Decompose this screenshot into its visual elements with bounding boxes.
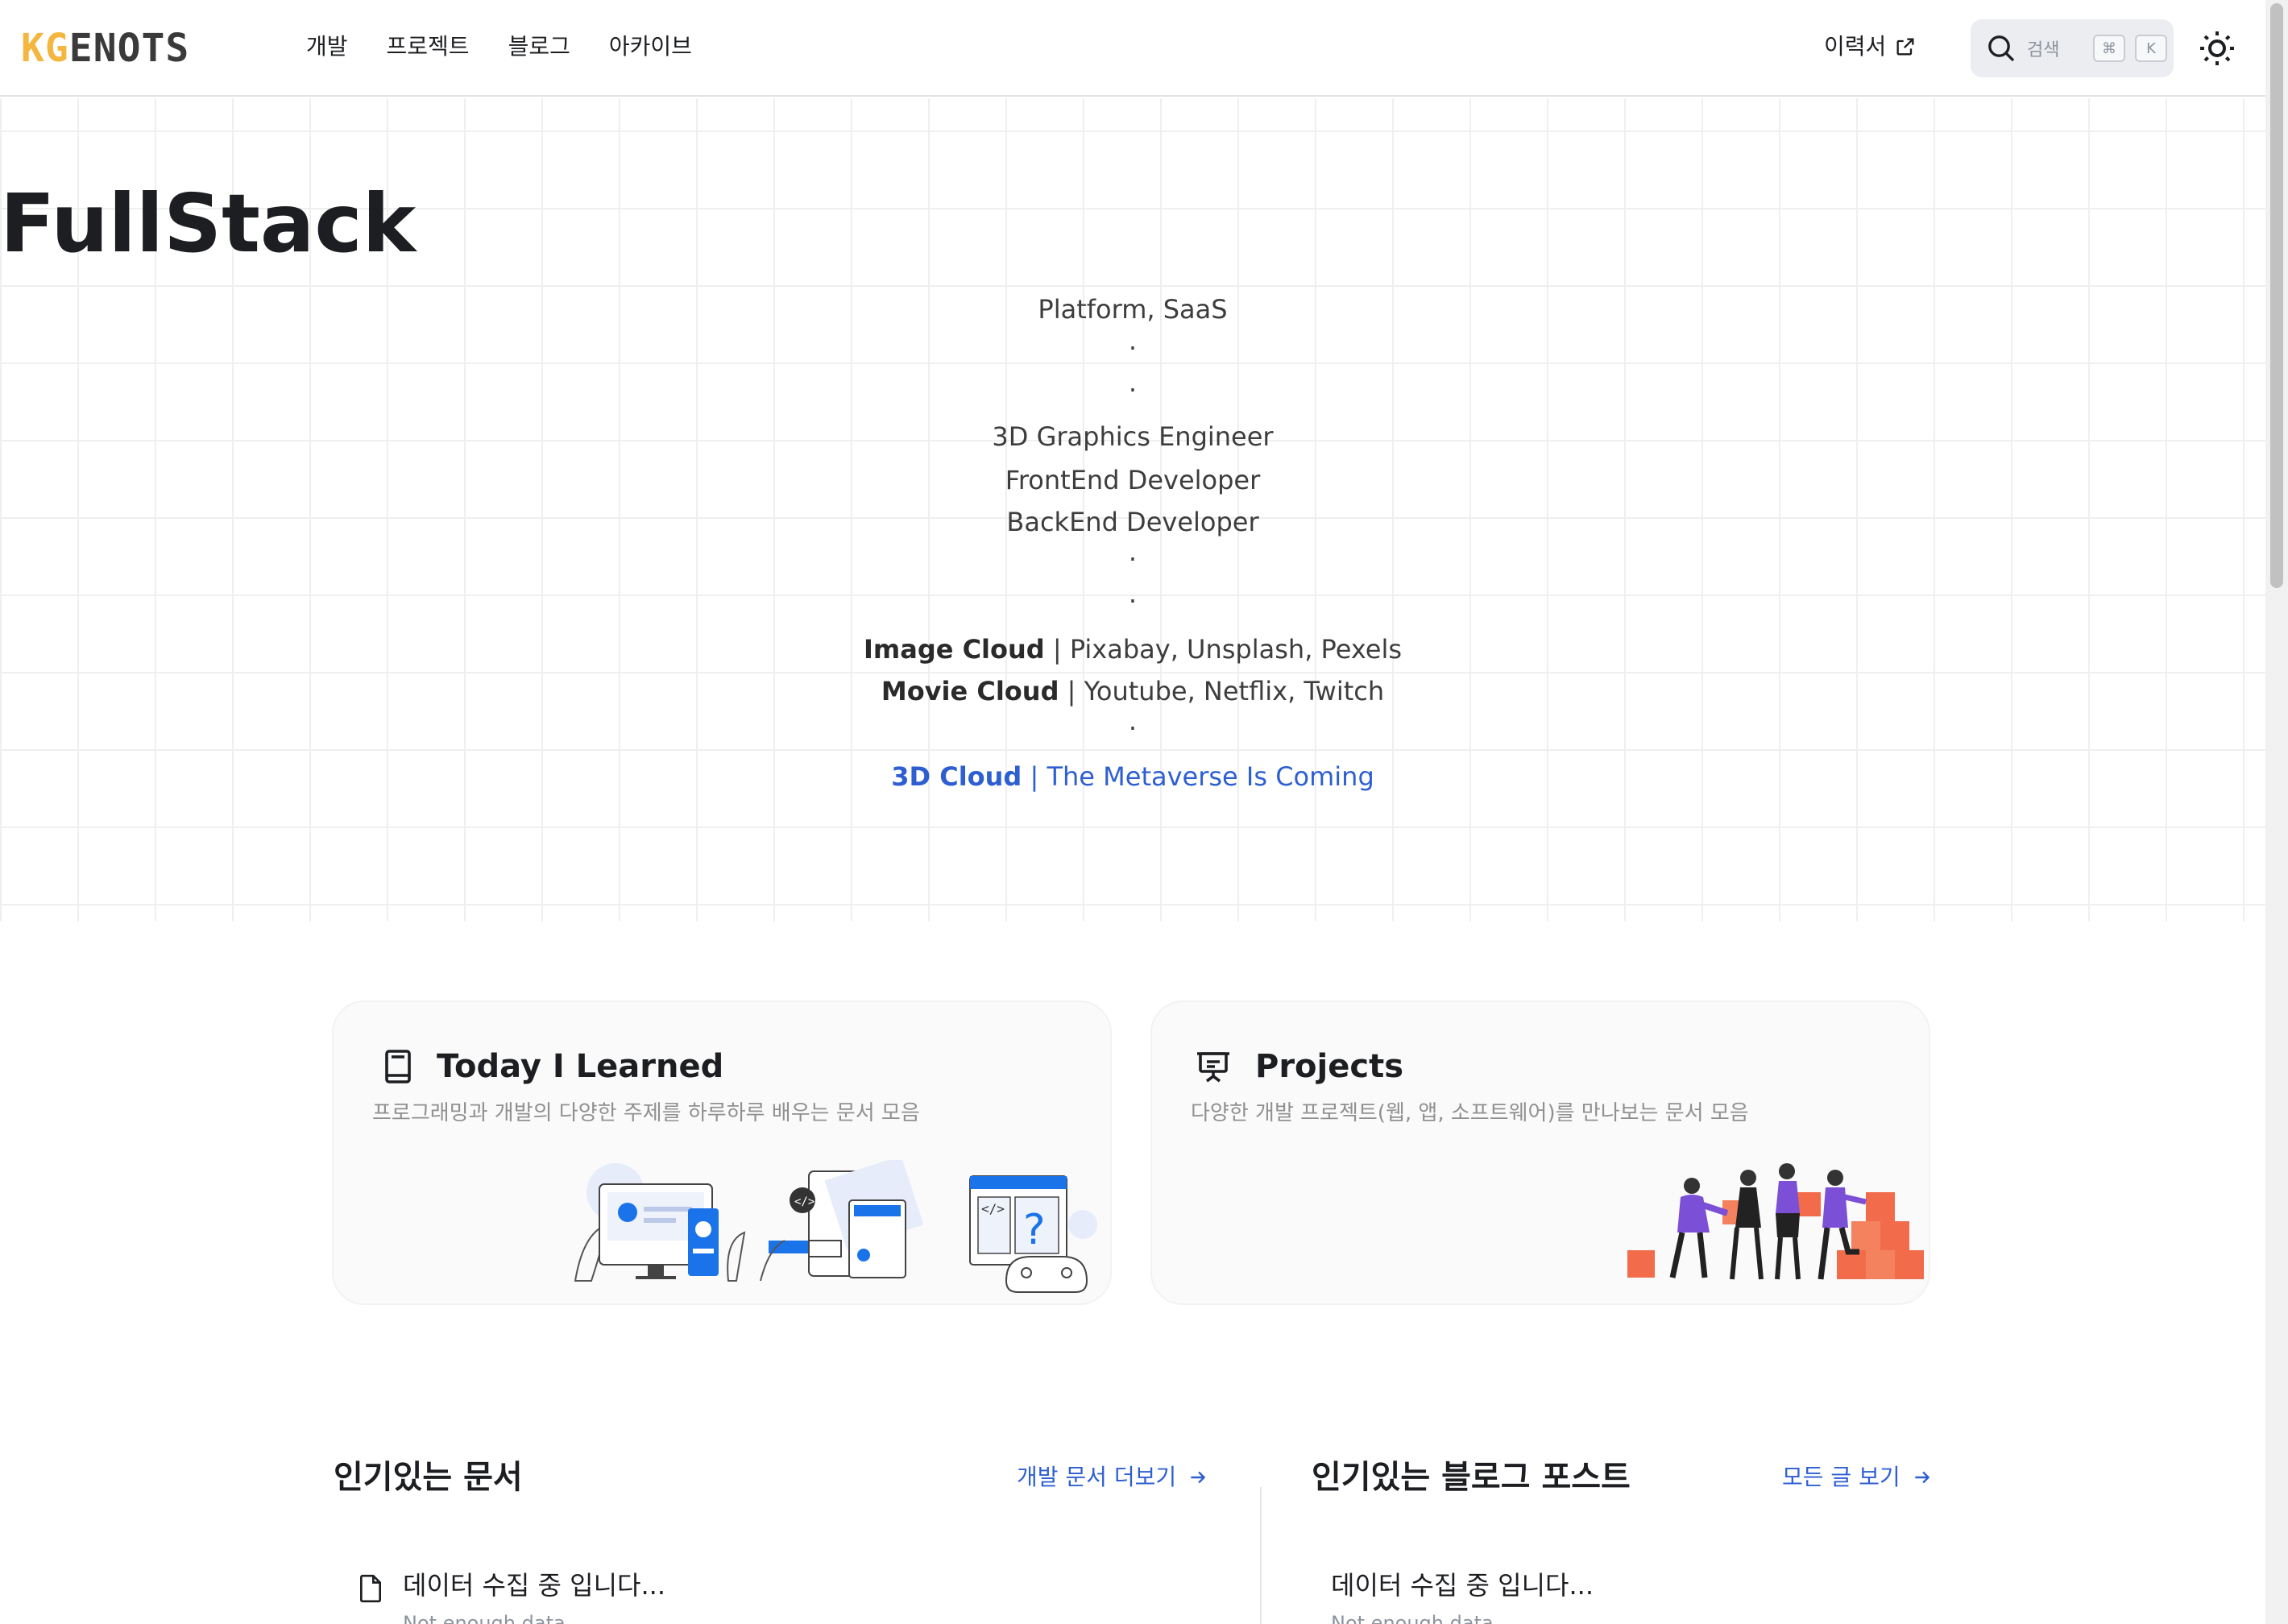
hero-line-movie-cloud: Movie Cloud | Youtube, Netflix, Twitch — [881, 676, 1385, 706]
hero-dot: · — [1128, 544, 1138, 574]
hero-line-image-cloud: Image Cloud | Pixabay, Unsplash, Pexels — [863, 634, 1403, 665]
arrow-right-icon — [1191, 1471, 1206, 1484]
blog-item-title[interactable]: 데이터 수집 중 입니다... — [1331, 1568, 1594, 1603]
card-title: Today I Learned — [437, 1048, 724, 1085]
nav-item-blog[interactable]: 블로그 — [508, 31, 570, 63]
main-nav: 개발 프로젝트 블로그 아카이브 — [306, 31, 692, 63]
external-link-icon — [1896, 38, 1914, 56]
docs-item-title[interactable]: 데이터 수집 중 입니다... — [403, 1568, 665, 1603]
kbd-cmd: ⌘ — [2093, 35, 2125, 62]
hero-dot: · — [1128, 713, 1138, 744]
blog-item-subtitle: Not enough data — [1331, 1612, 1494, 1624]
search-icon — [1988, 35, 2015, 62]
search-placeholder: 검색 — [2027, 40, 2060, 60]
card-title: Projects — [1255, 1048, 1404, 1085]
hero-title: FullStack — [0, 176, 417, 271]
svg-text:</>: </> — [794, 1195, 814, 1208]
search-button[interactable]: 검색 ⌘ K — [1971, 19, 2174, 77]
card-description: 다양한 개발 프로젝트(웹, 앱, 소프트웨어)를 만나보는 문서 모음 — [1191, 1101, 1749, 1125]
card-description: 프로그래밍과 개발의 다양한 주제를 하루하루 배우는 문서 모음 — [372, 1101, 920, 1125]
popular-docs-title: 인기있는 문서 — [334, 1459, 523, 1496]
nav-item-projects[interactable]: 프로젝트 — [387, 31, 470, 63]
card-today-i-learned[interactable]: Today I Learned 프로그래밍과 개발의 다양한 주제를 하루하루 … — [332, 1000, 1112, 1305]
svg-text:?: ? — [1023, 1206, 1046, 1254]
resume-label: 이력서 — [1824, 33, 1887, 60]
kbd-k: K — [2135, 35, 2167, 62]
arrow-right-icon — [1914, 1471, 1929, 1484]
dev-illustration: </> </> ? — [574, 1160, 1097, 1293]
docs-item-subtitle: Not enough data — [403, 1612, 566, 1624]
scrollbar-thumb[interactable] — [2270, 3, 2283, 588]
hero-link-3d-cloud[interactable]: 3D Cloud | The Metaverse Is Coming — [0, 757, 2265, 796]
team-illustration — [1627, 1163, 1924, 1280]
navbar: KGENOTS 개발 프로젝트 블로그 아카이브 이력서 검색 ⌘ K — [0, 0, 2265, 97]
hero-line-backend: BackEnd Developer — [1006, 507, 1259, 537]
nav-item-dev[interactable]: 개발 — [306, 31, 348, 63]
presentation-icon — [1197, 1052, 1229, 1083]
hero-line-3d: 3D Graphics Engineer — [992, 421, 1274, 452]
hero-dot: · — [1128, 375, 1138, 405]
hero-line-frontend: FrontEnd Developer — [1005, 465, 1261, 495]
section-divider — [1260, 1487, 1262, 1624]
popular-blog-title: 인기있는 블로그 포스트 — [1312, 1459, 1631, 1496]
book-icon — [385, 1050, 411, 1083]
svg-text:</>: </> — [981, 1201, 1005, 1216]
hero-dot: · — [1128, 333, 1138, 363]
sun-icon[interactable] — [2198, 29, 2236, 68]
blog-more-link[interactable]: 모든 글 보기 — [1782, 1461, 1933, 1494]
nav-item-archive[interactable]: 아카이브 — [609, 31, 692, 63]
docs-more-link[interactable]: 개발 문서 더보기 — [1017, 1461, 1208, 1494]
site-logo[interactable]: KGENOTS — [21, 26, 189, 71]
hero-section: FullStack Platform, SaaS · · 3D Graphics… — [0, 98, 2265, 922]
hero-line-platform: Platform, SaaS — [1038, 294, 1228, 325]
document-icon — [360, 1574, 381, 1603]
hero-dot: · — [1128, 586, 1138, 616]
card-projects[interactable]: Projects 다양한 개발 프로젝트(웹, 앱, 소프트웨어)를 만나보는 … — [1150, 1000, 1930, 1305]
resume-link[interactable]: 이력서 — [1824, 31, 1917, 63]
